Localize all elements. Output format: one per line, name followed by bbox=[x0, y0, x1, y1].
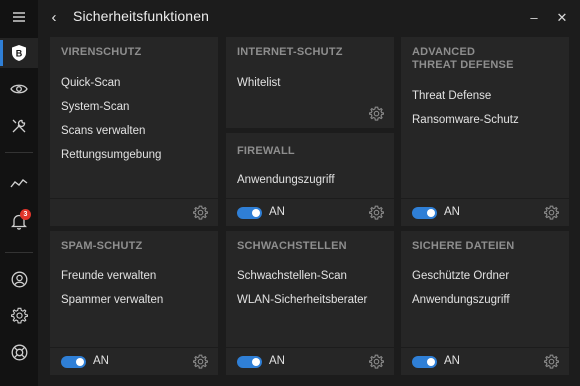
bitdefender-logo-icon[interactable]: B bbox=[0, 38, 38, 68]
link-freunde-verwalten[interactable]: Freunde verwalten bbox=[61, 270, 156, 282]
eye-icon[interactable] bbox=[0, 74, 38, 104]
card-footer: AN bbox=[226, 198, 394, 226]
notification-badge: 3 bbox=[20, 209, 31, 220]
close-button[interactable]: ✕ bbox=[553, 8, 571, 28]
spam-toggle[interactable] bbox=[61, 356, 86, 368]
card-spam-schutz: SPAM-SCHUTZ Freunde verwalten Spammer ve… bbox=[50, 231, 218, 375]
settings-gear-icon[interactable] bbox=[369, 106, 384, 121]
toggle-label: AN bbox=[93, 355, 109, 367]
settings-gear-icon[interactable] bbox=[544, 205, 559, 220]
card-internet-schutz: INTERNET-SCHUTZ Whitelist bbox=[226, 37, 394, 128]
card-virenschutz: VIRENSCHUTZ Quick-Scan System-Scan Scans… bbox=[50, 37, 218, 226]
link-spammer-verwalten[interactable]: Spammer verwalten bbox=[61, 294, 163, 306]
card-title: SICHERE DATEIEN bbox=[412, 240, 515, 252]
card-footer bbox=[226, 100, 394, 128]
gear-icon[interactable] bbox=[0, 300, 38, 330]
settings-gear-icon[interactable] bbox=[369, 205, 384, 220]
toggle-label: AN bbox=[269, 355, 285, 367]
link-schwachstellen-scan[interactable]: Schwachstellen-Scan bbox=[237, 270, 347, 282]
card-sichere-dateien: SICHERE DATEIEN Geschützte Ordner Anwend… bbox=[401, 231, 569, 375]
activity-icon[interactable] bbox=[0, 168, 38, 198]
link-anwendungszugriff-dateien[interactable]: Anwendungszugriff bbox=[412, 294, 510, 306]
card-title: SCHWACHSTELLEN bbox=[237, 240, 347, 252]
card-footer: AN bbox=[401, 198, 569, 226]
sidebar-divider bbox=[5, 152, 33, 153]
svg-text:B: B bbox=[16, 49, 23, 59]
link-anwendungszugriff[interactable]: Anwendungszugriff bbox=[237, 174, 335, 186]
link-system-scan[interactable]: System-Scan bbox=[61, 101, 129, 113]
bell-icon[interactable] bbox=[0, 206, 38, 236]
firewall-toggle[interactable] bbox=[237, 207, 262, 219]
link-geschuetzte-ordner[interactable]: Geschützte Ordner bbox=[412, 270, 509, 282]
toggle-label: AN bbox=[269, 206, 285, 218]
card-title: ADVANCED THREAT DEFENSE bbox=[412, 46, 514, 71]
settings-gear-icon[interactable] bbox=[193, 205, 208, 220]
settings-gear-icon[interactable] bbox=[193, 354, 208, 369]
sidebar: B 3 bbox=[0, 0, 38, 386]
link-whitelist[interactable]: Whitelist bbox=[237, 77, 280, 89]
link-wlan-sicherheitsberater[interactable]: WLAN-Sicherheitsberater bbox=[237, 294, 367, 306]
link-rettungsumgebung[interactable]: Rettungsumgebung bbox=[61, 149, 161, 161]
card-footer: AN bbox=[401, 347, 569, 375]
sidebar-divider bbox=[5, 252, 33, 253]
toggle-label: AN bbox=[444, 355, 460, 367]
minimize-button[interactable]: ‒ bbox=[525, 8, 543, 28]
link-ransomware-schutz[interactable]: Ransomware-Schutz bbox=[412, 114, 519, 126]
settings-gear-icon[interactable] bbox=[369, 354, 384, 369]
lifebuoy-icon[interactable] bbox=[0, 337, 38, 367]
hamburger-icon[interactable] bbox=[0, 2, 38, 32]
link-scans-verwalten[interactable]: Scans verwalten bbox=[61, 125, 145, 137]
toggle-label: AN bbox=[444, 206, 460, 218]
link-threat-defense[interactable]: Threat Defense bbox=[412, 90, 491, 102]
card-firewall: FIREWALL Anwendungszugriff AN bbox=[226, 133, 394, 226]
card-title: INTERNET-SCHUTZ bbox=[237, 46, 343, 58]
settings-gear-icon[interactable] bbox=[544, 354, 559, 369]
back-button[interactable]: ‹ bbox=[46, 9, 62, 27]
card-footer bbox=[50, 198, 218, 226]
card-title: FIREWALL bbox=[237, 145, 295, 157]
app-window: B 3 ‹ Sicherheitsfunktionen ‒ ✕ VIRENSCH… bbox=[0, 0, 580, 386]
sichere-dateien-toggle[interactable] bbox=[412, 356, 437, 368]
schwachstellen-toggle[interactable] bbox=[237, 356, 262, 368]
title-bar: ‹ Sicherheitsfunktionen ‒ ✕ bbox=[38, 0, 580, 36]
atd-toggle[interactable] bbox=[412, 207, 437, 219]
tools-icon[interactable] bbox=[0, 111, 38, 141]
page-title: Sicherheitsfunktionen bbox=[73, 8, 209, 24]
card-title: VIRENSCHUTZ bbox=[61, 46, 142, 58]
card-advanced-threat-defense: ADVANCED THREAT DEFENSE Threat Defense R… bbox=[401, 37, 569, 226]
card-title: SPAM-SCHUTZ bbox=[61, 240, 143, 252]
card-footer: AN bbox=[50, 347, 218, 375]
user-icon[interactable] bbox=[0, 264, 38, 294]
card-footer: AN bbox=[226, 347, 394, 375]
link-quick-scan[interactable]: Quick-Scan bbox=[61, 77, 120, 89]
card-schwachstellen: SCHWACHSTELLEN Schwachstellen-Scan WLAN-… bbox=[226, 231, 394, 375]
